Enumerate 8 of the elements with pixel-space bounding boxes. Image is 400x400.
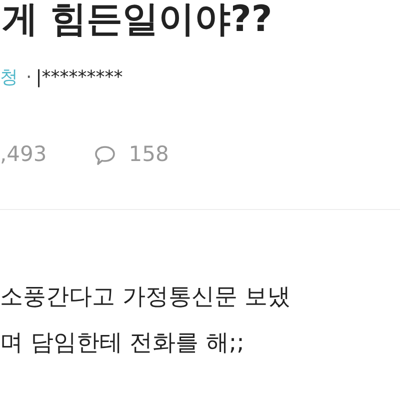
comment-count: 158 <box>128 141 169 168</box>
body-text-line: 소풍간다고 가정통신문 보냈 <box>0 282 292 312</box>
body-text-line: 며 담임한테 전화를 해;; <box>0 328 246 358</box>
separator-dot: · <box>26 66 32 90</box>
view-count: ,493 <box>0 141 47 168</box>
post-date: |********* <box>36 66 123 90</box>
post-title: 게 힘든일이야?? <box>1 0 274 40</box>
author-name: 청 <box>0 66 18 90</box>
